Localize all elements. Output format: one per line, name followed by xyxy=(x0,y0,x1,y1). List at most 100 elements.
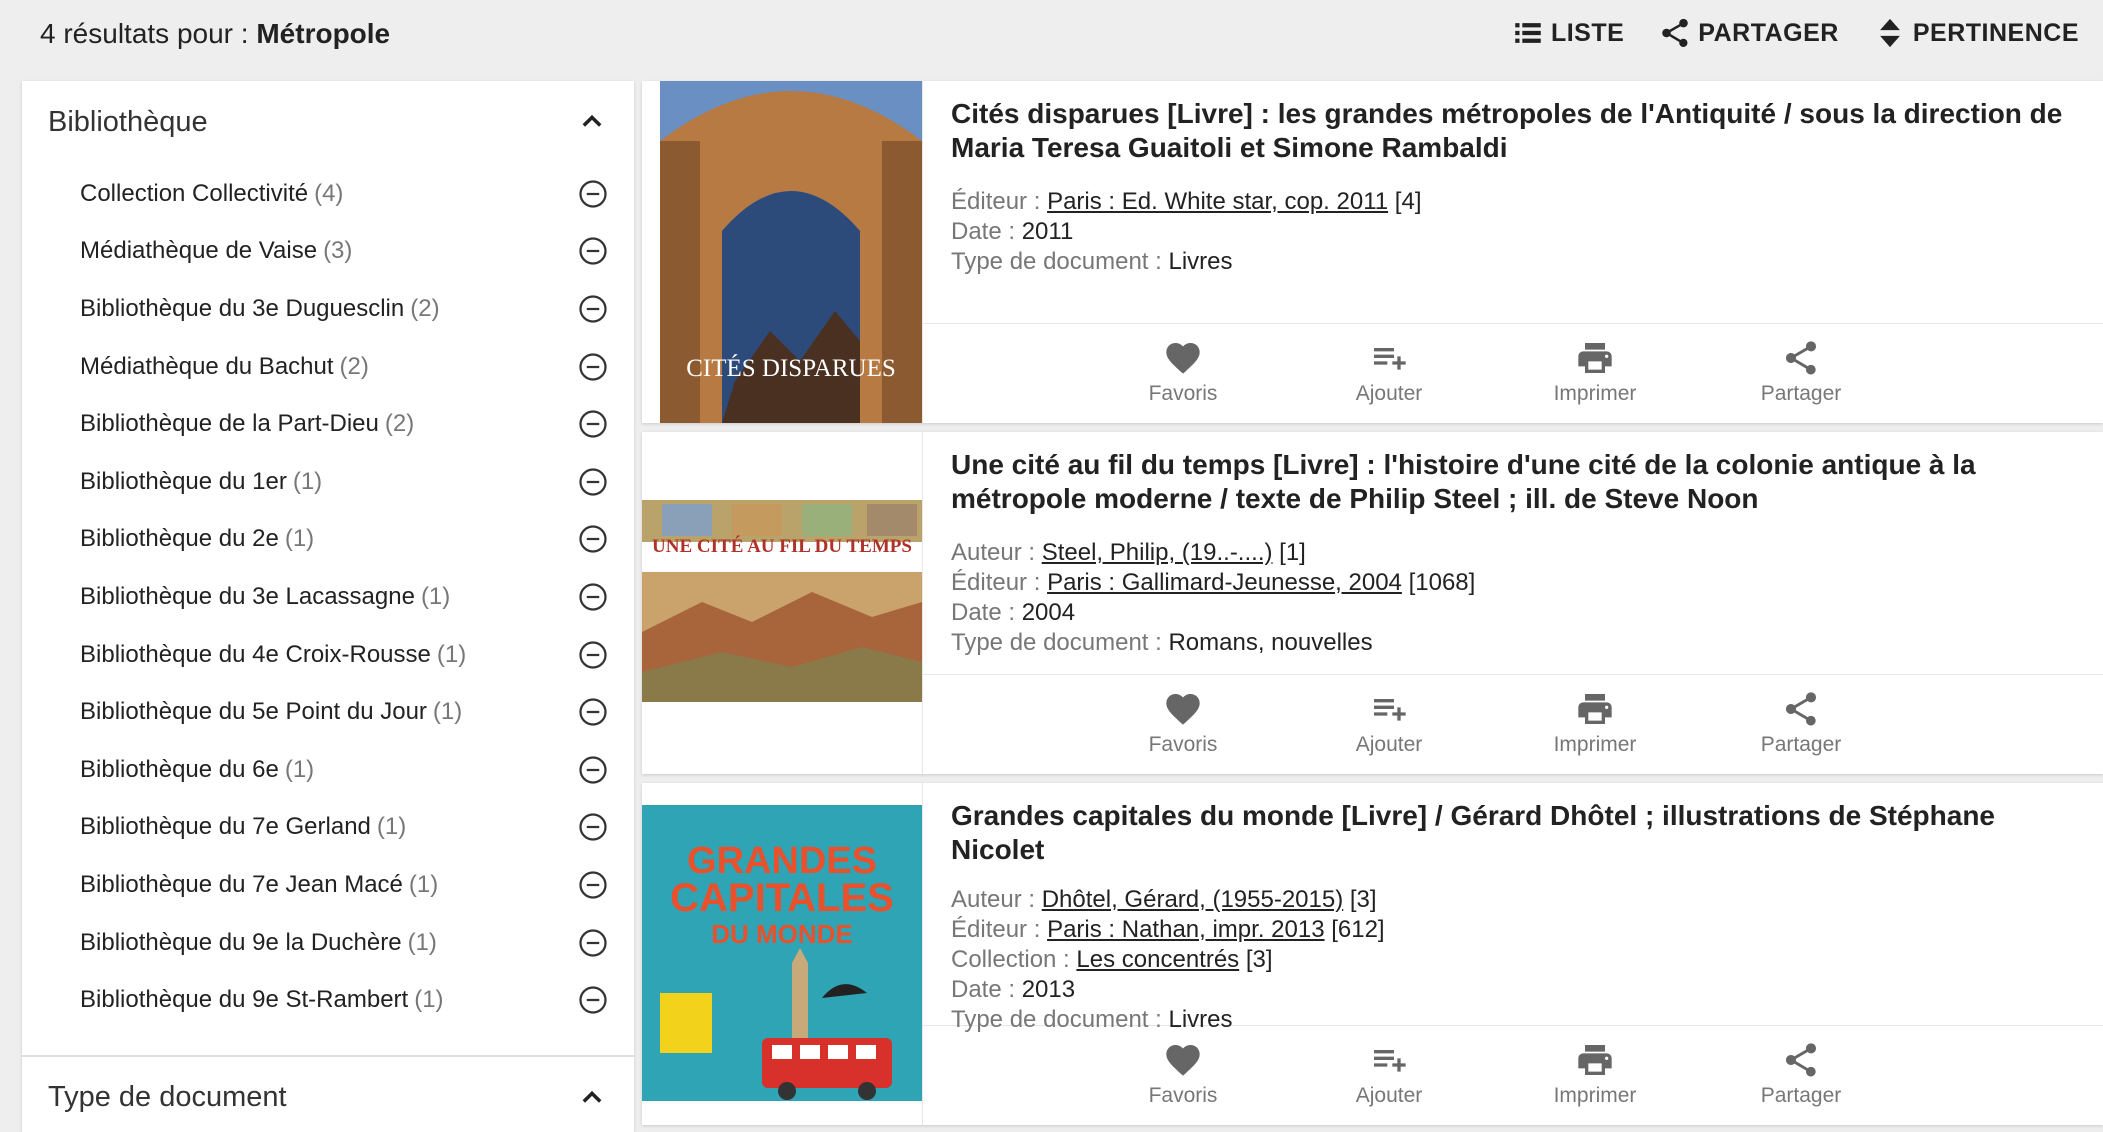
favoris-button[interactable]: Favoris xyxy=(1123,1040,1243,1108)
remove-filter-icon[interactable] xyxy=(578,582,608,612)
favoris-button[interactable]: Favoris xyxy=(1123,338,1243,406)
remove-filter-icon[interactable] xyxy=(578,294,608,324)
editeur-count: [1068] xyxy=(1408,569,1476,596)
share-results-button[interactable]: PARTAGER xyxy=(1658,16,1839,50)
share-icon xyxy=(1786,341,1816,375)
facet-item[interactable]: Bibliothèque du 9e la Duchère (1) xyxy=(22,914,634,972)
facet-item-label: Bibliothèque du 5e Point du Jour (1) xyxy=(80,698,462,726)
facet-item[interactable]: Bibliothèque du 7e Jean Macé (1) xyxy=(22,856,634,914)
heart-icon xyxy=(1166,343,1200,374)
facet-item[interactable]: Bibliothèque du 2e (1) xyxy=(22,511,634,569)
playlist-add-icon xyxy=(1374,699,1406,721)
facet-item-count: (1) xyxy=(420,582,451,610)
imprimer-label: Imprimer xyxy=(1553,733,1637,756)
facet-item-label: Bibliothèque du 9e St-Rambert (1) xyxy=(80,986,444,1014)
remove-filter-icon[interactable] xyxy=(578,524,608,554)
editeur-link[interactable]: Paris : Gallimard-Jeunesse, 2004 xyxy=(1047,569,1402,596)
list-view-button[interactable]: LISTE xyxy=(1511,16,1624,50)
result-title[interactable]: Grandes capitales du monde [Livre] / Gér… xyxy=(951,799,2063,867)
result-info: Grandes capitales du monde [Livre] / Gér… xyxy=(922,783,2103,1033)
remove-filter-icon[interactable] xyxy=(578,236,608,266)
meta-key: Auteur : xyxy=(951,539,1036,566)
facet-item-count: (2) xyxy=(384,410,415,438)
remove-filter-icon[interactable] xyxy=(578,467,608,497)
result-meta: Auteur : Dhôtel, Gérard, (1955-2015) [3]… xyxy=(951,885,2063,1035)
list-icon xyxy=(1515,23,1541,43)
book-cover[interactable]: UNE CITÉ AU FIL DU TEMPS xyxy=(642,432,922,774)
editeur-link[interactable]: Paris : Nathan, impr. 2013 xyxy=(1047,916,1324,943)
remove-filter-icon[interactable] xyxy=(578,985,608,1015)
favoris-label: Favoris xyxy=(1148,382,1218,405)
results-toolbar: LISTE PARTAGER PERTINENCE xyxy=(1511,16,2079,50)
ajouter-button[interactable]: Ajouter xyxy=(1329,1040,1449,1108)
imprimer-button[interactable]: Imprimer xyxy=(1535,338,1655,406)
collection-count: [3] xyxy=(1245,946,1273,973)
facet-item[interactable]: Bibliothèque du 4e Croix-Rousse (1) xyxy=(22,626,634,684)
remove-filter-icon[interactable] xyxy=(578,409,608,439)
editeur-link[interactable]: Paris : Ed. White star, cop. 2011 xyxy=(1047,188,1388,215)
book-cover[interactable]: CITÉS DISPARUES xyxy=(642,81,922,423)
auteur-link[interactable]: Dhôtel, Gérard, (1955-2015) xyxy=(1042,886,1344,913)
results-header: 4 résultats pour : Métropole LISTE PARTA… xyxy=(0,0,2103,70)
remove-filter-icon[interactable] xyxy=(578,179,608,209)
facet-item[interactable]: Collection Collectivité (4) xyxy=(22,165,634,223)
facet-item[interactable]: Bibliothèque du 3e Duguesclin (2) xyxy=(22,280,634,338)
facet-item-label: Médiathèque du Bachut (2) xyxy=(80,353,369,381)
cover-image: GRANDES CAPITALES DU MONDE xyxy=(642,783,922,1125)
facet-item-count: (1) xyxy=(284,755,315,783)
meta-key: Date : xyxy=(951,218,1016,245)
collection-link[interactable]: Les concentrés xyxy=(1076,946,1239,973)
date-value: 2004 xyxy=(1021,599,1076,626)
result-title[interactable]: Une cité au fil du temps [Livre] : l'his… xyxy=(951,448,2063,516)
facet-item[interactable]: Médiathèque du Bachut (2) xyxy=(22,338,634,396)
editeur-count: [612] xyxy=(1331,916,1385,943)
share-icon xyxy=(1662,18,1689,48)
facet-item-label: Bibliothèque du 6e (1) xyxy=(80,756,314,784)
remove-filter-icon[interactable] xyxy=(578,352,608,382)
facet-item[interactable]: Bibliothèque du 5e Point du Jour (1) xyxy=(22,683,634,741)
auteur-count: [3] xyxy=(1349,886,1377,913)
meta-key: Éditeur : xyxy=(951,188,1041,215)
facet-item-count: (1) xyxy=(432,698,463,726)
result-body: Grandes capitales du monde [Livre] / Gér… xyxy=(922,783,2103,1125)
ajouter-label: Ajouter xyxy=(1355,382,1423,405)
facet-header-type-document[interactable]: Type de document xyxy=(22,1057,634,1132)
ajouter-button[interactable]: Ajouter xyxy=(1329,689,1449,757)
chevron-up-icon xyxy=(582,1090,602,1103)
remove-filter-icon[interactable] xyxy=(578,928,608,958)
partager-label: Partager xyxy=(1760,1084,1842,1107)
result-info: Cités disparues [Livre] : les grandes mé… xyxy=(922,81,2103,324)
facet-item-count: (2) xyxy=(410,294,440,322)
remove-filter-icon[interactable] xyxy=(578,755,608,785)
remove-filter-icon[interactable] xyxy=(578,870,608,900)
remove-filter-icon[interactable] xyxy=(578,812,608,842)
facet-item-name: Bibliothèque du 4e Croix-Rousse xyxy=(80,640,431,668)
facet-item[interactable]: Bibliothèque du 6e (1) xyxy=(22,741,634,799)
partager-button[interactable]: Partager xyxy=(1741,338,1861,406)
facet-item[interactable]: Bibliothèque de la Part-Dieu (2) xyxy=(22,395,634,453)
facet-item[interactable]: Bibliothèque du 3e Lacassagne (1) xyxy=(22,568,634,626)
list-view-label: LISTE xyxy=(1550,18,1625,47)
partager-button[interactable]: Partager xyxy=(1741,689,1861,757)
partager-button[interactable]: Partager xyxy=(1741,1040,1861,1108)
remove-filter-icon[interactable] xyxy=(578,640,608,670)
result-actions: Favoris Ajouter Imprimer Partager xyxy=(922,675,2103,774)
facet-item[interactable]: Médiathèque de Vaise (3) xyxy=(22,223,634,281)
imprimer-button[interactable]: Imprimer xyxy=(1535,689,1655,757)
facet-item[interactable]: Bibliothèque du 7e Gerland (1) xyxy=(22,799,634,857)
favoris-button[interactable]: Favoris xyxy=(1123,689,1243,757)
facet-item[interactable]: Bibliothèque du 9e St-Rambert (1) xyxy=(22,971,634,1029)
remove-filter-icon[interactable] xyxy=(578,697,608,727)
result-title[interactable]: Cités disparues [Livre] : les grandes mé… xyxy=(951,97,2063,165)
ajouter-button[interactable]: Ajouter xyxy=(1329,338,1449,406)
sort-button[interactable]: PERTINENCE xyxy=(1873,16,2079,50)
facet-item[interactable]: Bibliothèque du 1er (1) xyxy=(22,453,634,511)
facet-item-count: (1) xyxy=(376,813,407,841)
facet-title: Bibliothèque xyxy=(48,105,208,138)
book-cover[interactable]: GRANDES CAPITALES DU MONDE xyxy=(642,783,922,1125)
facet-item-label: Collection Collectivité (4) xyxy=(80,180,343,208)
meta-key: Type de document : xyxy=(951,629,1162,656)
auteur-link[interactable]: Steel, Philip, (19..-....) xyxy=(1042,539,1273,566)
facet-header-bibliotheque[interactable]: Bibliothèque xyxy=(22,81,634,163)
imprimer-button[interactable]: Imprimer xyxy=(1535,1040,1655,1108)
